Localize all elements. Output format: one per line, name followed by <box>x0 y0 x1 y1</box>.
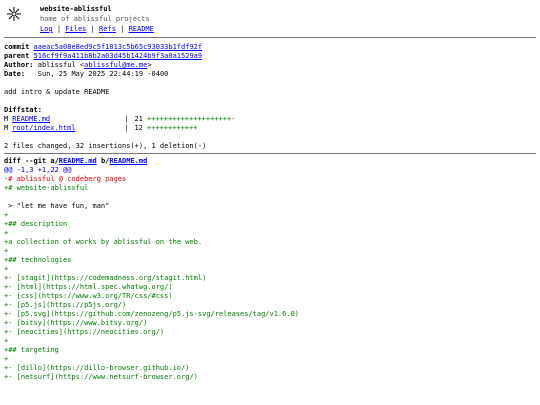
commit-date: Sun, 25 May 2025 22:44:19 -0400 <box>37 70 169 78</box>
diff-line: +## technologies <box>4 256 72 264</box>
diffstat-row: M README.md | 21 ++++++++++++++++++++- <box>4 115 235 124</box>
diffstat-mode: M <box>4 124 9 132</box>
author-label: Author: <box>4 61 34 69</box>
diff-line: +- [netsurf](https://www.netsurf-browser… <box>4 373 198 381</box>
flower-icon <box>7 7 21 21</box>
diffstat-mode: M <box>4 115 9 123</box>
diff-line: +- [neocities](https://neocities.org/) <box>4 328 165 336</box>
diff-file-header: diff --git a/README.md b/README.md <box>4 157 536 166</box>
header-divider <box>4 37 536 38</box>
commit-content: commit aaeac5a08e8ed9c5f1013c5b65c93033b… <box>0 43 540 151</box>
diff-lines: -# ablissful @ codeberg pages +# website-… <box>4 175 536 382</box>
diff-line <box>4 193 536 202</box>
diffstat-path-cell: root/index.html <box>12 124 124 133</box>
commit-message: add intro & update README <box>4 88 110 96</box>
diffstat-insertions: ++++++++++++ <box>146 124 198 132</box>
diff-line: + <box>4 337 9 345</box>
diff-line: +- [css](https://www.w3.org/TR/css/#css) <box>4 292 173 300</box>
diff-header-prefix: diff --git a/ <box>4 157 59 165</box>
diff-line: +## description <box>4 220 68 228</box>
repo-title: website-ablissful <box>40 5 112 13</box>
repo-description: home of ablissful projects <box>40 15 150 23</box>
diff-line: +- [p5.svg](https://github.com/zenozeng/… <box>4 310 300 318</box>
parent-hash-link[interactable]: 516cf9f9a411b8b2a03d45b1424b9f3a0a1529a9 <box>34 52 203 60</box>
diff-section: diff --git a/README.md b/README.md @@ -1… <box>0 157 540 382</box>
diff-divider <box>4 153 536 154</box>
diffstat-separator: | <box>124 124 129 132</box>
commit-label: commit <box>4 43 30 51</box>
diff-line: +- [p5.js](https://p5js.org/) <box>4 301 127 309</box>
repo-nav: Log | Files | Refs | README <box>40 25 154 34</box>
diffstat-title: Diffstat: <box>4 106 42 114</box>
diffstat-file-link[interactable]: README.md <box>12 115 50 123</box>
date-label: Date: <box>4 70 26 78</box>
diff-line: + <box>4 355 9 363</box>
nav-separator: | <box>86 25 100 33</box>
parent-label: parent <box>4 52 30 60</box>
diff-line: + <box>4 247 9 255</box>
diff-line: +## targeting <box>4 346 59 354</box>
diffstat-path-cell: README.md <box>12 115 124 124</box>
nav-refs-link[interactable]: Refs <box>99 25 116 33</box>
nav-separator: | <box>52 25 66 33</box>
diff-line: + <box>4 265 9 273</box>
commit-hash-link[interactable]: aaeac5a08e8ed9c5f1013c5b65c93033b1fdf92f <box>34 43 203 51</box>
diffstat-graph: ++++++++++++ <box>147 124 236 133</box>
diff-line: +- [html](https://html.spec.whatwg.org/) <box>4 283 173 291</box>
diffstat-count: 21 <box>134 115 143 123</box>
diff-line: +- [stagit](https://codemadness.org/stag… <box>4 274 207 282</box>
nav-log-link[interactable]: Log <box>40 25 53 33</box>
author-email-link[interactable]: ablissful@me.me <box>84 61 147 69</box>
diffstat-row: Mroot/index.html | 12 ++++++++++++ <box>4 124 235 133</box>
diff-line: + <box>4 211 9 219</box>
diffstat-summary: 2 files changed, 32 insertions(+), 1 del… <box>4 142 207 150</box>
diffstat-separator: | <box>124 115 129 123</box>
author-name: ablissful <box>37 61 76 69</box>
diffstat-insertions: ++++++++++++++++++++ <box>146 115 232 123</box>
diff-file-a-link[interactable]: README.md <box>59 157 97 165</box>
nav-separator: | <box>115 25 129 33</box>
diff-header-mid: b/ <box>96 157 110 165</box>
diff-line: -# ablissful @ codeberg pages <box>4 175 127 183</box>
diff-line: +# website-ablissful <box>4 184 89 192</box>
diff-line: + <box>4 229 9 237</box>
diff-line: +- [bitsy](https://www.bitsy.org/) <box>4 319 148 327</box>
repo-header: website-ablissful home of ablissful proj… <box>0 0 540 34</box>
diff-line: +- [dillo](https://dillo-browser.github.… <box>4 364 190 372</box>
nav-files-link[interactable]: Files <box>65 25 86 33</box>
diffstat-count: 12 <box>134 124 143 132</box>
commit-meta: commit aaeac5a08e8ed9c5f1013c5b65c93033b… <box>4 43 203 78</box>
diff-hunk-header: @@ -1,3 +1,22 @@ <box>4 166 72 174</box>
diff-line: +a collection of works by ablissful on t… <box>4 238 203 246</box>
diffstat-graph: ++++++++++++++++++++- <box>147 115 236 124</box>
diffstat-file-link[interactable]: root/index.html <box>12 124 75 132</box>
diff-line: > "let me have fun, man" <box>4 202 110 210</box>
diffstat-table: M README.md | 21 ++++++++++++++++++++- Mroot/… <box>4 115 235 133</box>
diffstat-deletions: - <box>231 115 236 123</box>
nav-readme-link[interactable]: README <box>129 25 154 33</box>
diff-file-b-link[interactable]: README.md <box>109 157 147 165</box>
